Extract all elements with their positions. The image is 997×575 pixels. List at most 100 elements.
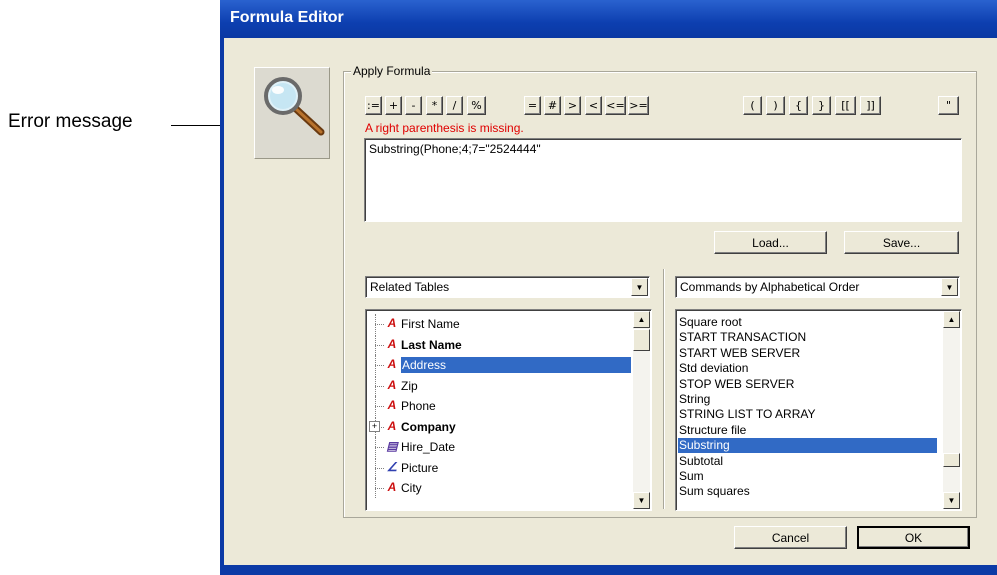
command-list-item[interactable]: Structure file <box>678 423 746 438</box>
tree-connector <box>375 437 376 457</box>
command-list-item[interactable]: Subtotal <box>678 454 723 469</box>
command-list-item[interactable]: Std deviation <box>678 361 748 376</box>
formula-text: Substring(Phone;4;7="2524444" <box>369 142 541 156</box>
tree-field-row[interactable]: ▤ Hire_Date <box>366 437 634 457</box>
scroll-up-icon[interactable]: ▲ <box>633 311 650 328</box>
operator-assign-button[interactable]: := <box>365 96 382 115</box>
operator-greater-equal-button[interactable]: >= <box>628 96 649 115</box>
operator-percent-button[interactable]: % <box>467 96 486 115</box>
text-field-icon: A <box>387 398 397 412</box>
error-message: A right parenthesis is missing. <box>365 121 524 135</box>
related-tables-dropdown[interactable]: Related Tables ▼ <box>365 276 650 298</box>
tree-field-row[interactable]: A Zip <box>366 375 634 396</box>
tree-field-row[interactable]: ∠ Picture <box>366 457 634 478</box>
close-paren-button[interactable]: ) <box>766 96 785 115</box>
magnifier-icon-panel <box>254 67 330 159</box>
tree-field-label: First Name <box>401 317 460 331</box>
chevron-down-icon[interactable]: ▼ <box>631 278 648 296</box>
command-list-item[interactable]: String <box>678 392 710 407</box>
fields-tree[interactable]: A First Name A Last Name A Address A Zip A Phone +… <box>365 309 652 511</box>
command-list-item[interactable]: START WEB SERVER <box>678 346 800 361</box>
quote-button[interactable]: " <box>938 96 959 115</box>
operator-less-equal-button[interactable]: <= <box>605 96 626 115</box>
tree-field-label: City <box>401 481 422 495</box>
expand-icon[interactable]: + <box>369 420 380 432</box>
tree-connector <box>375 406 384 407</box>
tree-field-label: Address <box>401 357 631 373</box>
command-list-item[interactable]: Substring <box>678 438 937 454</box>
fields-tree-scrollbar[interactable]: ▲ ▼ <box>633 311 650 509</box>
operator-equal-button[interactable]: = <box>524 96 541 115</box>
operator-greater-button[interactable]: > <box>564 96 581 115</box>
tree-connector <box>375 385 384 387</box>
open-paren-button[interactable]: ( <box>743 96 762 115</box>
tree-field-label: Zip <box>401 378 418 393</box>
scroll-down-icon[interactable]: ▼ <box>943 492 960 509</box>
commands-order-dropdown-value: Commands by Alphabetical Order <box>680 280 860 294</box>
commands-list-scrollbar[interactable]: ▲ ▼ <box>943 311 960 509</box>
command-list-item[interactable]: Square root <box>678 315 742 330</box>
formula-textarea[interactable]: Substring(Phone;4;7="2524444" <box>364 138 962 222</box>
commands-order-dropdown[interactable]: Commands by Alphabetical Order ▼ <box>675 276 960 298</box>
tree-connector <box>375 355 376 375</box>
open-brace-button[interactable]: { <box>789 96 808 115</box>
text-field-icon: A <box>387 418 397 433</box>
command-list-item[interactable]: STOP WEB SERVER <box>678 377 794 392</box>
cancel-button[interactable]: Cancel <box>734 526 847 549</box>
save-button[interactable]: Save... <box>844 231 959 254</box>
tree-connector <box>375 324 384 325</box>
tree-connector <box>375 457 376 478</box>
tree-field-label: Picture <box>401 460 439 475</box>
tree-connector <box>375 396 376 416</box>
tree-field-label: Company <box>401 419 456 434</box>
open-double-bracket-button[interactable]: [[ <box>835 96 856 115</box>
tree-connector <box>375 375 376 396</box>
scroll-thumb[interactable] <box>943 453 960 467</box>
close-double-bracket-button[interactable]: ]] <box>860 96 881 115</box>
error-message-callout-label: Error message <box>8 111 133 132</box>
tree-connector <box>375 467 384 469</box>
operator-minus-button[interactable]: - <box>405 96 422 115</box>
tree-field-row[interactable]: A Address <box>366 355 634 375</box>
text-field-icon: A <box>387 357 397 371</box>
window-border-bottom <box>220 565 997 575</box>
close-brace-button[interactable]: } <box>812 96 831 115</box>
related-tables-dropdown-value: Related Tables <box>370 280 450 294</box>
tree-field-label: Hire_Date <box>401 440 456 454</box>
tree-connector <box>375 344 384 346</box>
command-list-item[interactable]: Sum <box>678 469 704 484</box>
command-list-item[interactable]: STRING LIST TO ARRAY <box>678 407 815 422</box>
operator-less-button[interactable]: < <box>585 96 602 115</box>
text-field-icon: A <box>387 377 397 392</box>
window-border-left <box>220 38 224 575</box>
commands-list[interactable]: Square root START TRANSACTION START WEB SE… <box>675 309 962 511</box>
tree-field-row[interactable]: A First Name <box>366 314 634 334</box>
command-list-item[interactable]: START TRANSACTION <box>678 330 806 345</box>
apply-formula-legend: Apply Formula <box>351 64 433 78</box>
operator-multiply-button[interactable]: * <box>426 96 443 115</box>
tree-connector <box>375 365 384 366</box>
tree-field-row[interactable]: A Phone <box>366 396 634 416</box>
tree-field-label: Phone <box>401 399 436 413</box>
tree-connector <box>375 334 376 355</box>
operator-plus-button[interactable]: + <box>385 96 402 115</box>
operator-divide-button[interactable]: / <box>446 96 463 115</box>
tree-field-row[interactable]: A Last Name <box>366 334 634 355</box>
text-field-icon: A <box>387 336 397 351</box>
scroll-down-icon[interactable]: ▼ <box>633 492 650 509</box>
tree-field-label: Last Name <box>401 337 462 352</box>
magnifying-glass-icon <box>264 77 325 136</box>
load-button[interactable]: Load... <box>714 231 827 254</box>
command-list-item[interactable]: Sum squares <box>678 484 750 499</box>
date-field-icon: ▤ <box>386 439 398 453</box>
ok-button[interactable]: OK <box>857 526 970 549</box>
tree-field-row[interactable]: A City <box>366 478 634 498</box>
chevron-down-icon[interactable]: ▼ <box>941 278 958 296</box>
scroll-up-icon[interactable]: ▲ <box>943 311 960 328</box>
tree-field-row[interactable]: + A Company <box>366 416 634 437</box>
tree-connector <box>375 314 376 334</box>
title-bar[interactable]: Formula Editor <box>220 0 997 38</box>
operator-not-equal-button[interactable]: # <box>544 96 561 115</box>
scroll-thumb[interactable] <box>633 329 650 351</box>
text-field-icon: A <box>387 480 397 494</box>
